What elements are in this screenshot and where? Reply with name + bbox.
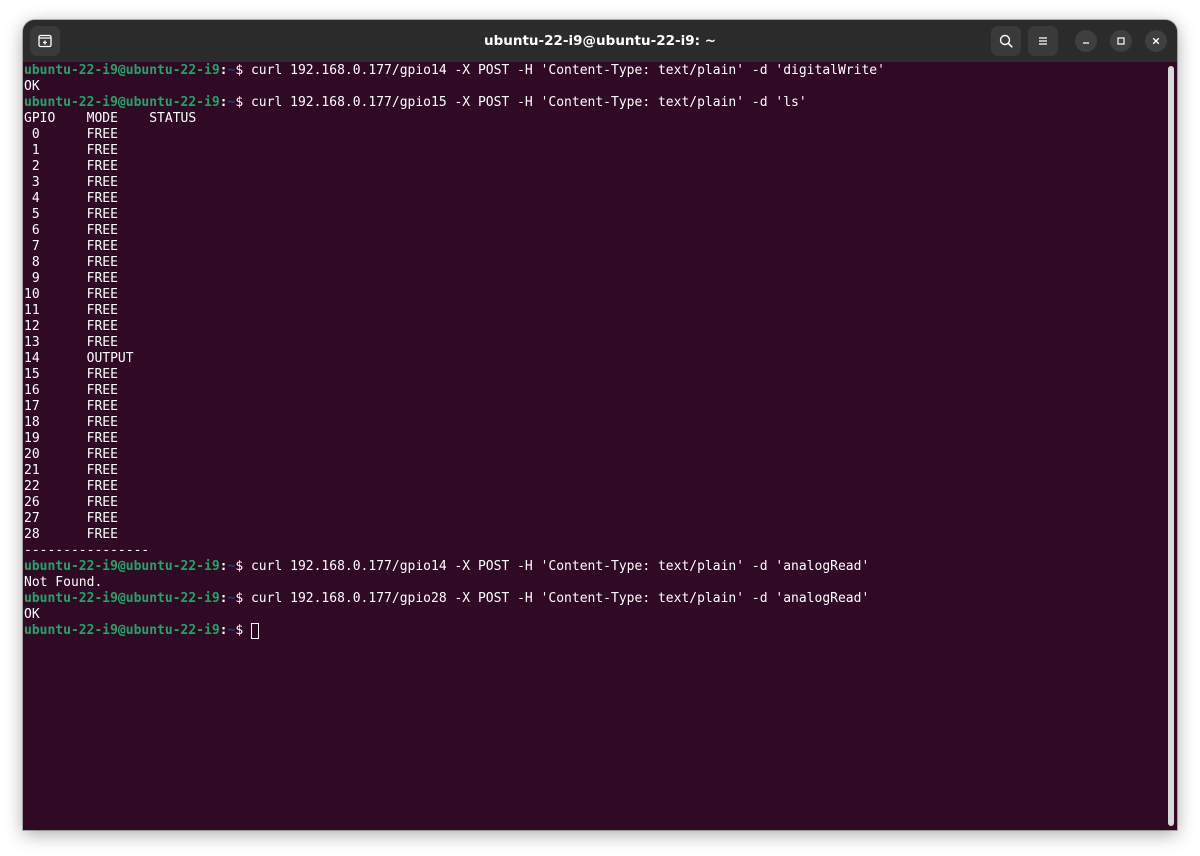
close-button[interactable] [1145,30,1167,52]
output-line: 11 FREE [24,303,118,318]
minimize-button[interactable] [1075,30,1097,52]
output-line: 22 FREE [24,479,118,494]
terminal-window: ubuntu-22-i9@ubuntu-22-i9: ~ ubuntu-22-i… [23,20,1177,830]
output-line: 6 FREE [24,223,118,238]
prompt-dollar: $ [235,559,251,574]
output-line: GPIO MODE STATUS [24,111,197,126]
output-line: Not Found. [24,575,103,590]
output-line: 0 FREE [24,127,118,142]
output-line: 8 FREE [24,255,118,270]
prompt-user-host: ubuntu-22-i9@ubuntu-22-i9 [24,559,220,574]
prompt-dollar: $ [235,95,251,110]
command-line: ubuntu-22-i9@ubuntu-22-i9:~$ curl 192.16… [24,63,1164,79]
output-line: 21 FREE [24,463,118,478]
search-button[interactable] [991,26,1021,56]
close-icon [1152,37,1160,45]
command-text: curl 192.168.0.177/gpio15 -X POST -H 'Co… [250,95,807,110]
output-line: 4 FREE [24,191,118,206]
output-line: 1 FREE [24,143,118,158]
output-line: 18 FREE [24,415,118,430]
text-cursor [250,623,259,639]
command-text: curl 192.168.0.177/gpio14 -X POST -H 'Co… [250,63,885,78]
output-line: 2 FREE [24,159,118,174]
prompt-dollar: $ [235,63,251,78]
prompt-user-host: ubuntu-22-i9@ubuntu-22-i9 [24,591,220,606]
prompt-user-host: ubuntu-22-i9@ubuntu-22-i9 [24,95,220,110]
output-line: 17 FREE [24,399,118,414]
output-line: 16 FREE [24,383,118,398]
output-line: 27 FREE [24,511,118,526]
terminal-scrollbar[interactable] [1168,66,1174,826]
output-line: 10 FREE [24,287,118,302]
prompt-dollar: $ [235,591,251,606]
maximize-icon [1117,37,1125,45]
prompt-separator: : [219,559,228,574]
terminal-output[interactable]: ubuntu-22-i9@ubuntu-22-i9:~$ curl 192.16… [24,63,1164,830]
output-line: OK [24,607,40,622]
maximize-button[interactable] [1110,30,1132,52]
active-prompt-line: ubuntu-22-i9@ubuntu-22-i9:~$ [24,623,1164,639]
output-line: 14 OUTPUT [24,351,134,366]
prompt-separator: : [219,63,228,78]
search-icon [999,34,1013,48]
output-line: 26 FREE [24,495,118,510]
minimize-icon [1083,42,1089,44]
prompt-separator: : [219,95,228,110]
prompt-dollar: $ [235,623,251,638]
prompt-user-host: ubuntu-22-i9@ubuntu-22-i9 [24,623,220,638]
hamburger-menu-icon [1039,37,1047,45]
title-bar[interactable]: ubuntu-22-i9@ubuntu-22-i9: ~ [23,20,1177,62]
prompt-user-host: ubuntu-22-i9@ubuntu-22-i9 [24,63,220,78]
output-line: OK [24,79,40,94]
output-line: 15 FREE [24,367,118,382]
menu-button[interactable] [1028,26,1058,56]
command-line: ubuntu-22-i9@ubuntu-22-i9:~$ curl 192.16… [24,95,1164,111]
command-text: curl 192.168.0.177/gpio14 -X POST -H 'Co… [250,559,870,574]
output-line: 19 FREE [24,431,118,446]
output-line: 7 FREE [24,239,118,254]
command-line: ubuntu-22-i9@ubuntu-22-i9:~$ curl 192.16… [24,559,1164,575]
output-line: ---------------- [24,543,150,558]
output-line: 28 FREE [24,527,118,542]
command-text: curl 192.168.0.177/gpio28 -X POST -H 'Co… [250,591,870,606]
command-line: ubuntu-22-i9@ubuntu-22-i9:~$ curl 192.16… [24,591,1164,607]
output-line: 3 FREE [24,175,118,190]
output-line: 9 FREE [24,271,118,286]
output-line: 12 FREE [24,319,118,334]
output-line: 13 FREE [24,335,118,350]
prompt-separator: : [219,623,228,638]
prompt-separator: : [219,591,228,606]
output-line: 20 FREE [24,447,118,462]
output-line: 5 FREE [24,207,118,222]
